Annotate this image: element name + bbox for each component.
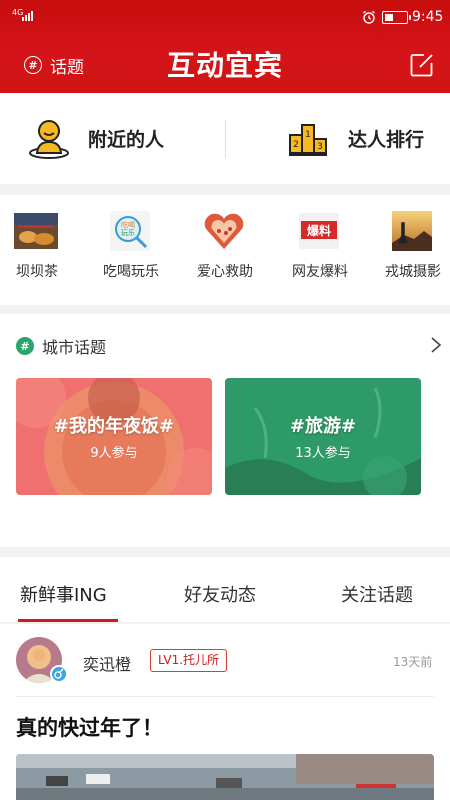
- category-row: 坝坝茶 吃喝 玩乐 吃喝玩乐 爱心救助 爆料 网友爆料 戎城摄影: [0, 195, 450, 305]
- ranking-label: 达人排行: [348, 129, 425, 151]
- topic-card-title: #旅游#: [289, 416, 357, 437]
- category-charity[interactable]: 爱心救助: [185, 195, 265, 305]
- city-topics-heading: 城市话题: [42, 338, 107, 357]
- post-title[interactable]: 真的快过年了！: [16, 712, 163, 742]
- nearby-people-button[interactable]: 附近的人: [28, 93, 164, 184]
- feed-post[interactable]: 奕迅橙 LV1.托儿所 13天前 真的快过年了！: [0, 624, 450, 800]
- post-image[interactable]: [16, 754, 434, 800]
- svg-text:3: 3: [317, 142, 323, 152]
- tab-fresh-news[interactable]: 新鲜事ING: [20, 581, 107, 607]
- app-title: 互动宜宾: [166, 49, 283, 82]
- svg-text:玩乐: 玩乐: [121, 228, 135, 237]
- post-time: 13天前: [393, 655, 433, 669]
- topic-card-travel[interactable]: #旅游# 13人参与: [225, 378, 421, 495]
- feed-tabs: 新鲜事ING 好友动态 关注话题: [0, 557, 450, 623]
- nearby-people-label: 附近的人: [88, 129, 165, 151]
- food-fun-thumbnail: 吃喝 玩乐: [110, 211, 150, 251]
- status-bar: 4G 9:45: [0, 0, 450, 36]
- topic-card-new-year-dinner[interactable]: #我的年夜饭# 9人参与: [16, 378, 212, 495]
- category-photography[interactable]: 戎城摄影: [373, 195, 450, 305]
- category-tea[interactable]: 坝坝茶: [0, 195, 77, 305]
- category-label: 坝坝茶: [16, 264, 58, 280]
- alarm-icon: [363, 10, 375, 24]
- scoop-thumbnail: 爆料: [299, 213, 339, 249]
- divider: [16, 696, 434, 697]
- category-food-fun[interactable]: 吃喝 玩乐 吃喝玩乐: [91, 195, 171, 305]
- tea-thumbnail: [14, 213, 58, 249]
- battery-icon: [382, 11, 411, 24]
- quick-links: 附近的人 2 1 3 达人排行: [0, 93, 450, 184]
- category-label: 网友爆料: [292, 264, 348, 280]
- city-topics-section: # 城市话题 #我的年夜饭# 9人参与 #旅游# 13人参与: [0, 314, 450, 547]
- city-topics-header[interactable]: # 城市话题: [16, 334, 106, 358]
- category-label: 戎城摄影: [385, 264, 441, 280]
- clock: 9:45: [412, 9, 444, 25]
- verified-badge-icon: [50, 665, 68, 683]
- quick-divider: [225, 120, 226, 158]
- heart-thumbnail: [204, 213, 244, 249]
- ranking-button[interactable]: 2 1 3 达人排行: [288, 93, 424, 184]
- photography-thumbnail: [392, 211, 432, 251]
- category-label: 爱心救助: [197, 264, 253, 280]
- compose-icon[interactable]: [409, 52, 435, 78]
- chevron-right-icon[interactable]: [430, 336, 442, 354]
- hashtag-icon: #: [16, 337, 34, 355]
- category-label: 吃喝玩乐: [103, 264, 159, 280]
- podium-ranking-icon: 2 1 3: [289, 123, 327, 156]
- topic-card-count: 9人参与: [90, 446, 138, 461]
- svg-text:1: 1: [305, 130, 311, 140]
- post-username[interactable]: 奕迅橙: [83, 651, 131, 675]
- signal-icon: [22, 11, 33, 21]
- svg-text:2: 2: [293, 140, 299, 150]
- tab-friend-activity[interactable]: 好友动态: [184, 581, 256, 607]
- user-level-badge: LV1.托儿所: [150, 649, 228, 672]
- nearby-person-icon: [29, 119, 69, 159]
- topic-card-title: #我的年夜饭#: [53, 416, 175, 437]
- tab-followed-topics[interactable]: 关注话题: [341, 581, 413, 607]
- svg-text:吃喝: 吃喝: [121, 220, 135, 229]
- topic-card-count: 13人参与: [295, 446, 351, 461]
- category-scoop[interactable]: 爆料 网友爆料: [280, 195, 360, 305]
- app-header: 4G 9:45 # 话题 互动宜宾: [0, 0, 450, 93]
- active-tab-indicator: [18, 619, 118, 622]
- scoop-badge-text: 爆料: [307, 223, 331, 238]
